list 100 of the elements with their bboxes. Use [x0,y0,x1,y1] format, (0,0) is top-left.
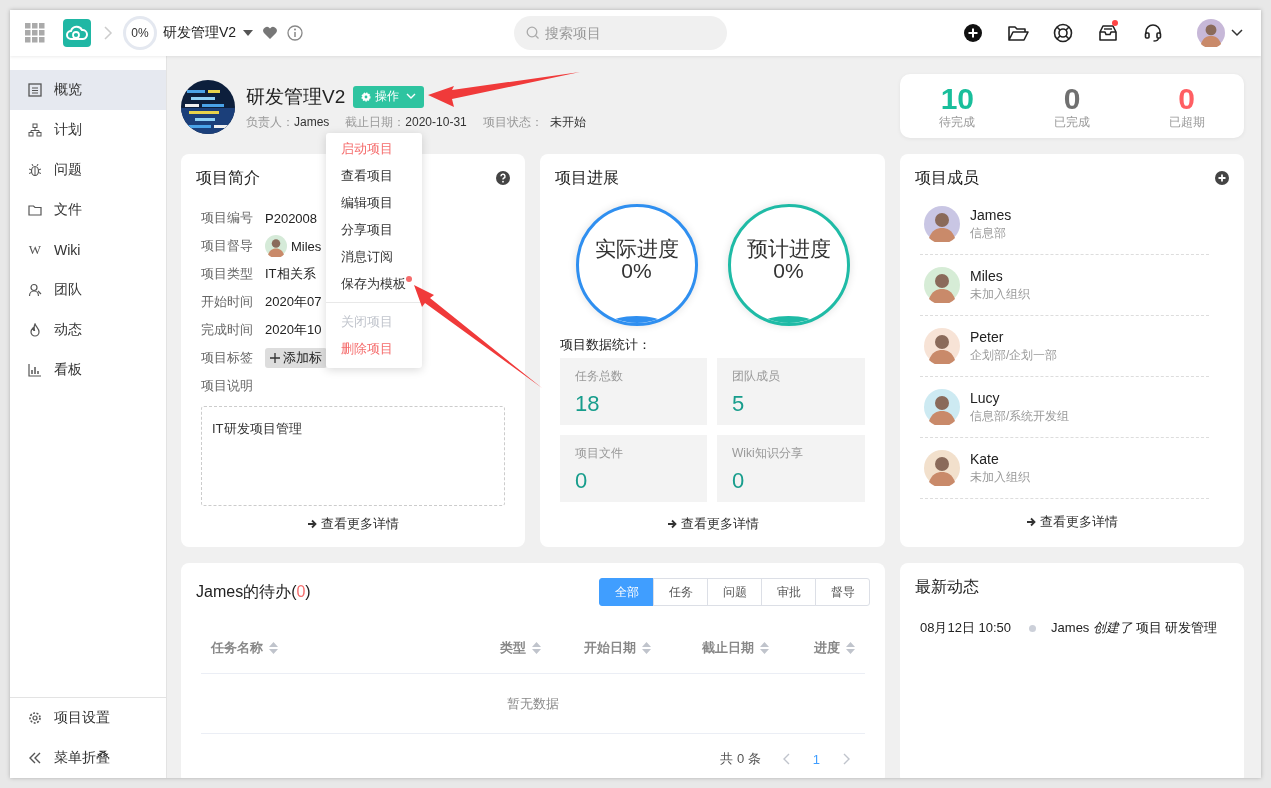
arrow-right-icon [307,519,317,529]
sidebar-item[interactable]: 看板 [10,350,166,390]
member-department: 信息部 [970,224,1007,242]
stat-label: 任务总数 [575,368,624,385]
member-name: Kate [970,450,1000,467]
stat-label: 团队成员 [732,368,781,385]
help-icon[interactable] [1052,23,1073,43]
meta-info: 负责人：James [246,113,330,131]
person-icon [28,283,42,297]
member-name: Peter [970,328,1005,345]
user-avatar [1197,19,1225,47]
add-icon[interactable] [962,23,983,43]
filter-tab[interactable]: 督导 [815,578,870,606]
card-title: 项目成员 [915,168,979,188]
sidebar-item[interactable]: 文件 [10,190,166,230]
field-value: IT相关系 [265,265,316,283]
sidebar-item[interactable]: 动态 [10,310,166,350]
folder-icon [28,203,42,217]
member-department: 信息部/系统开发组 [970,407,1070,425]
sidebar-item[interactable]: 团队 [10,270,166,310]
double-chevron-icon [28,751,42,765]
more-details-link[interactable]: 查看更多详情 [196,515,510,533]
project-title: 研发管理V2 [246,84,346,109]
field-label: 开始时间 [201,293,253,311]
bug-icon [28,163,42,177]
activity-time: 08月12日 10:50 [920,619,1012,637]
gauge-label: 预计进度 [746,238,831,260]
more-details-link[interactable]: 查看更多详情 [915,513,1229,533]
member-name: James [970,206,1012,223]
apps-grid-icon[interactable] [25,23,45,43]
filter-tab[interactable]: 任务 [653,578,708,606]
add-tag-button[interactable]: 添加标 [265,348,327,368]
field-label: 项目说明 [201,377,253,395]
card-title: 项目简介 [196,168,260,188]
sidebar-item[interactable]: 问题 [10,150,166,190]
filter-tab[interactable]: 问题 [707,578,762,606]
field-label: 项目标签 [201,349,253,367]
sidebar-item[interactable]: W Wiki [10,230,166,270]
chevron-down-icon [406,93,417,100]
field-label: 项目类型 [201,265,253,283]
avatar-icon [924,267,960,303]
avatar-icon [924,450,960,486]
column-header: 截止日期 [702,638,754,657]
chevron-down-icon[interactable] [1231,29,1243,37]
count-value: 10 [940,84,974,114]
field-label: 项目督导 [201,237,253,255]
menu-item[interactable]: 消息订阅 [326,243,422,270]
sidebar-item[interactable]: 概览 [10,70,166,110]
card-title: 最新动态 [915,578,979,595]
count-value: 0 [1063,84,1081,114]
cloud-logo-icon[interactable] [63,19,91,47]
column-header: 开始日期 [584,638,636,657]
field-label: 项目编号 [201,209,253,227]
avatar-icon [924,389,960,425]
member-name: Miles [970,267,1004,284]
gauge-label: 实际进度 [594,238,679,260]
folder-icon[interactable] [1006,23,1029,43]
timeline-dot [1029,624,1037,632]
headset-icon[interactable] [1142,23,1163,43]
caret-down-icon[interactable] [243,29,254,37]
meta-info: 截止日期：2020-10-31 [345,113,467,131]
search-field[interactable]: 搜索项目 [514,16,727,50]
flame-icon [28,323,42,337]
chevron-right-icon [103,26,113,40]
gear-icon [28,711,42,725]
count-value: 0 [1178,84,1195,114]
count-label: 已超期 [1168,116,1205,128]
menu-item[interactable]: 编辑项目 [326,189,422,216]
sidebar-item[interactable]: 项目设置 [10,698,166,738]
add-icon[interactable] [1215,171,1229,185]
stat-value: 0 [732,468,746,494]
sidebar-item[interactable]: 菜单折叠 [10,738,166,778]
empty-message: 暂无数据 [201,674,865,734]
menu-item[interactable]: 保存为模板 [326,270,422,297]
info-icon[interactable] [287,25,304,41]
notification-dot [1112,20,1118,26]
column-header: 类型 [500,638,526,657]
help-icon[interactable] [496,171,510,185]
stat-label: 项目文件 [575,445,624,462]
more-details-link[interactable]: 查看更多详情 [555,515,870,533]
sidebar-item[interactable]: 计划 [10,110,166,150]
inbox-icon[interactable] [1096,22,1119,44]
list-icon [28,83,42,97]
plus-icon [270,353,280,363]
filter-tab[interactable]: 审批 [761,578,816,606]
arrow-right-icon [666,519,677,529]
avatar-icon [265,235,287,257]
bar-chart-icon [28,363,42,377]
column-header: 进度 [814,638,840,657]
menu-item[interactable]: 查看项目 [326,162,422,189]
count-label: 待完成 [939,116,976,128]
menu-item[interactable]: 分享项目 [326,216,422,243]
description-box: IT研发项目管理 [201,406,505,506]
avatar-icon [924,206,960,242]
arrow-right-icon [1026,517,1036,527]
heart-icon[interactable] [262,26,279,40]
field-value: Miles [291,238,322,254]
hierarchy-icon [28,123,42,137]
project-name[interactable]: 研发管理V2 [163,24,237,42]
field-value: P202008 [265,210,318,226]
